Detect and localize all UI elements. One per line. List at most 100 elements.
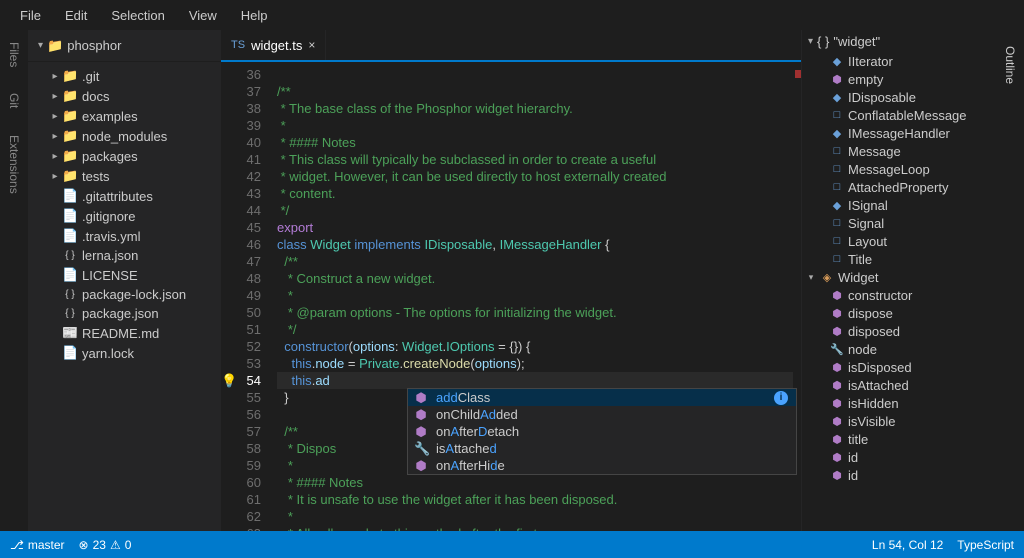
- code-line[interactable]: * @param options - The options for initi…: [277, 304, 793, 321]
- suggest-item[interactable]: ⬢addClassi: [408, 389, 796, 406]
- close-icon[interactable]: ×: [308, 38, 315, 52]
- activity-tab-files[interactable]: Files: [5, 38, 23, 71]
- class-icon: ◈: [820, 271, 834, 284]
- explorer-header[interactable]: ▾ 📁 phosphor: [28, 30, 221, 62]
- tree-item[interactable]: 📰README.md: [28, 323, 221, 343]
- tree-item[interactable]: 📄.gitignore: [28, 206, 221, 226]
- status-git-branch[interactable]: ⎇ master: [10, 538, 65, 552]
- suggest-item[interactable]: ⬢onAfterHide: [408, 457, 796, 474]
- outline-item[interactable]: ⬢isVisible: [806, 412, 992, 430]
- status-language[interactable]: TypeScript: [957, 538, 1014, 552]
- code-line[interactable]: this.ad: [277, 372, 793, 389]
- status-problems[interactable]: ⊗ 23 ⚠ 0: [79, 538, 132, 552]
- outline-label: IDisposable: [848, 90, 916, 105]
- suggest-item[interactable]: ⬢onAfterDetach: [408, 423, 796, 440]
- code-line[interactable]: * content.: [277, 185, 793, 202]
- code-line[interactable]: /**: [277, 83, 793, 100]
- code-line[interactable]: /**: [277, 253, 793, 270]
- editor-tab-widget[interactable]: TS widget.ts ×: [221, 30, 326, 60]
- menu-help[interactable]: Help: [229, 4, 280, 27]
- tree-item[interactable]: ▸📁node_modules: [28, 126, 221, 146]
- outline-label: ConflatableMessage: [848, 108, 967, 123]
- chevron-down-icon: ▾: [806, 272, 816, 283]
- code-line[interactable]: export: [277, 219, 793, 236]
- var-icon: □: [830, 109, 844, 121]
- outline-item[interactable]: ⬢isAttached: [806, 376, 992, 394]
- outline-item[interactable]: ◆IMessageHandler: [806, 124, 992, 142]
- func-icon: ⬢: [830, 379, 844, 392]
- tree-item[interactable]: { }package.json: [28, 304, 221, 323]
- outline-item[interactable]: ◆IDisposable: [806, 88, 992, 106]
- outline-tab[interactable]: Outline: [1001, 38, 1019, 92]
- outline-item[interactable]: ▾◈Widget: [806, 268, 992, 286]
- outline-item[interactable]: ⬢isDisposed: [806, 358, 992, 376]
- tree-item[interactable]: ▸📁packages: [28, 146, 221, 166]
- status-position[interactable]: Ln 54, Col 12: [872, 538, 943, 552]
- code-line[interactable]: * widget. However, it can be used direct…: [277, 168, 793, 185]
- intellisense-popup[interactable]: ⬢addClassi⬢onChildAdded⬢onAfterDetach🔧is…: [407, 388, 797, 475]
- outline-item[interactable]: ◆ISignal: [806, 196, 992, 214]
- outline-item[interactable]: ⬢empty: [806, 70, 992, 88]
- outline-item[interactable]: □AttachedProperty: [806, 178, 992, 196]
- outline-item[interactable]: ⬢id: [806, 466, 992, 484]
- menu-file[interactable]: File: [8, 4, 53, 27]
- outline-item[interactable]: ⬢isHidden: [806, 394, 992, 412]
- outline-item[interactable]: □MessageLoop: [806, 160, 992, 178]
- outline-item[interactable]: □Title: [806, 250, 992, 268]
- info-icon[interactable]: i: [774, 391, 788, 405]
- outline-header[interactable]: ▾ { } "widget": [802, 30, 996, 52]
- code-line[interactable]: */: [277, 202, 793, 219]
- tree-item[interactable]: 📄.travis.yml: [28, 226, 221, 246]
- menu-selection[interactable]: Selection: [99, 4, 176, 27]
- suggest-label: onAfterHide: [436, 457, 505, 474]
- code-line[interactable]: * #### Notes: [277, 134, 793, 151]
- code-line[interactable]: * It is unsafe to use the widget after i…: [277, 491, 793, 508]
- outline-item[interactable]: ⬢disposed: [806, 322, 992, 340]
- outline-item[interactable]: 🔧node: [806, 340, 992, 358]
- tree-item[interactable]: 📄LICENSE: [28, 265, 221, 285]
- suggest-item[interactable]: ⬢onChildAdded: [408, 406, 796, 423]
- code-line[interactable]: * #### Notes: [277, 474, 793, 491]
- method-icon: ⬢: [414, 389, 428, 406]
- tree-item-label: package.json: [82, 306, 159, 321]
- suggest-label: onChildAdded: [436, 406, 518, 423]
- code-line[interactable]: *: [277, 117, 793, 134]
- tree-item[interactable]: ▸📁.git: [28, 66, 221, 86]
- code-line[interactable]: * This class will typically be subclasse…: [277, 151, 793, 168]
- code-line[interactable]: *: [277, 508, 793, 525]
- activity-tab-git[interactable]: Git: [5, 89, 23, 112]
- lightbulb-icon[interactable]: 💡: [221, 372, 237, 389]
- tree-item[interactable]: 📄.gitattributes: [28, 186, 221, 206]
- outline-item[interactable]: □Signal: [806, 214, 992, 232]
- outline-item[interactable]: ⬢title: [806, 430, 992, 448]
- tree-item-label: docs: [82, 89, 109, 104]
- code-line[interactable]: * The base class of the Phosphor widget …: [277, 100, 793, 117]
- menu-edit[interactable]: Edit: [53, 4, 99, 27]
- tree-item[interactable]: ▸📁tests: [28, 166, 221, 186]
- code-line[interactable]: */: [277, 321, 793, 338]
- code-line[interactable]: [277, 66, 793, 83]
- outline-item[interactable]: □Layout: [806, 232, 992, 250]
- file-icon: 📄: [62, 345, 78, 361]
- tree-item[interactable]: { }package-lock.json: [28, 285, 221, 304]
- code-line[interactable]: class Widget implements IDisposable, IMe…: [277, 236, 793, 253]
- outline-item[interactable]: □Message: [806, 142, 992, 160]
- tree-item[interactable]: ▸📁examples: [28, 106, 221, 126]
- code-source[interactable]: /** * The base class of the Phosphor wid…: [277, 62, 793, 531]
- suggest-item[interactable]: 🔧isAttached: [408, 440, 796, 457]
- code-line[interactable]: *: [277, 287, 793, 304]
- tree-item[interactable]: { }lerna.json: [28, 246, 221, 265]
- outline-item[interactable]: ◆IIterator: [806, 52, 992, 70]
- menu-view[interactable]: View: [177, 4, 229, 27]
- code-editor[interactable]: 3637383940414243444546474849505152535455…: [221, 62, 801, 531]
- code-line[interactable]: constructor(options: Widget.IOptions = {…: [277, 338, 793, 355]
- code-line[interactable]: this.node = Private.createNode(options);: [277, 355, 793, 372]
- activity-tab-extensions[interactable]: Extensions: [5, 131, 23, 198]
- code-line[interactable]: * Construct a new widget.: [277, 270, 793, 287]
- tree-item[interactable]: 📄yarn.lock: [28, 343, 221, 363]
- outline-item[interactable]: ⬢id: [806, 448, 992, 466]
- outline-item[interactable]: □ ConflatableMessage: [806, 106, 992, 124]
- tree-item[interactable]: ▸📁docs: [28, 86, 221, 106]
- outline-item[interactable]: ⬢dispose: [806, 304, 992, 322]
- outline-item[interactable]: ⬢constructor: [806, 286, 992, 304]
